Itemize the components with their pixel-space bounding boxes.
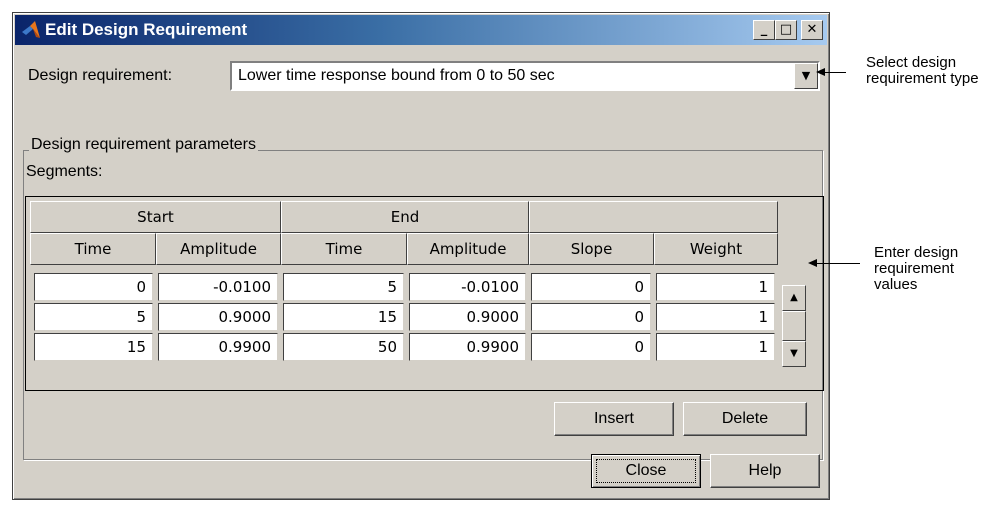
help-button[interactable]: Help [710, 454, 820, 488]
matlab-logo-icon [22, 21, 40, 38]
edit-design-requirement-dialog: Edit Design Requirement _ □ ✕ Design req… [12, 12, 830, 500]
scrollbar-thumb[interactable] [782, 311, 806, 341]
scroll-up-icon[interactable]: ▲ [782, 285, 806, 311]
header-blank [529, 201, 778, 233]
chevron-down-icon[interactable]: ▼ [794, 63, 818, 89]
cell-r1-slope[interactable]: 0 [531, 273, 651, 301]
design-requirement-value: Lower time response bound from 0 to 50 s… [238, 67, 555, 84]
cell-r2-end-time[interactable]: 15 [283, 303, 404, 331]
cell-r1-end-amplitude[interactable]: -0.0100 [409, 273, 526, 301]
cell-r1-end-time[interactable]: 5 [283, 273, 404, 301]
col-slope[interactable]: Slope [529, 233, 654, 265]
cell-r2-start-amplitude[interactable]: 0.9000 [158, 303, 278, 331]
cell-r3-end-time[interactable]: 50 [283, 333, 404, 361]
annotation-select-type: Select design requirement type [866, 54, 979, 87]
cell-r3-end-amplitude[interactable]: 0.9900 [409, 333, 526, 361]
col-start-amplitude[interactable]: Amplitude [156, 233, 281, 265]
cell-r2-end-amplitude[interactable]: 0.9000 [409, 303, 526, 331]
scroll-down-icon[interactable]: ▼ [782, 341, 806, 367]
cell-r3-slope[interactable]: 0 [531, 333, 651, 361]
parameters-group-title: Design requirement parameters [29, 136, 258, 154]
cell-r2-weight[interactable]: 1 [656, 303, 775, 331]
cell-r1-start-amplitude[interactable]: -0.0100 [158, 273, 278, 301]
col-weight[interactable]: Weight [654, 233, 778, 265]
segments-table: Start End Time Amplitude Time Amplitude … [25, 196, 824, 391]
col-end-amplitude[interactable]: Amplitude [407, 233, 529, 265]
design-requirement-label: Design requirement: [28, 67, 173, 84]
annotation-line-values [816, 263, 860, 264]
close-button[interactable]: Close [591, 454, 701, 488]
cell-r3-start-time[interactable]: 15 [34, 333, 153, 361]
annotation-enter-values: Enter design requirement values [874, 244, 959, 293]
cell-r1-weight[interactable]: 1 [656, 273, 775, 301]
segments-label: Segments: [26, 163, 103, 180]
col-start-time[interactable]: Time [30, 233, 156, 265]
cell-r1-start-time[interactable]: 0 [34, 273, 153, 301]
header-start: Start [30, 201, 281, 233]
delete-button[interactable]: Delete [683, 402, 807, 436]
cell-r2-slope[interactable]: 0 [531, 303, 651, 331]
header-end: End [281, 201, 529, 233]
insert-button[interactable]: Insert [554, 402, 674, 436]
design-requirement-dropdown[interactable]: Lower time response bound from 0 to 50 s… [230, 61, 820, 91]
annotation-line-select [824, 72, 846, 73]
cell-r3-weight[interactable]: 1 [656, 333, 775, 361]
cell-r3-start-amplitude[interactable]: 0.9900 [158, 333, 278, 361]
cell-r2-start-time[interactable]: 5 [34, 303, 153, 331]
close-window-button[interactable]: ✕ [801, 20, 823, 40]
minimize-button[interactable]: _ [753, 20, 775, 40]
title-bar[interactable]: Edit Design Requirement _ □ ✕ [15, 15, 827, 45]
maximize-button[interactable]: □ [775, 20, 797, 40]
col-end-time[interactable]: Time [281, 233, 407, 265]
window-title: Edit Design Requirement [45, 20, 248, 39]
